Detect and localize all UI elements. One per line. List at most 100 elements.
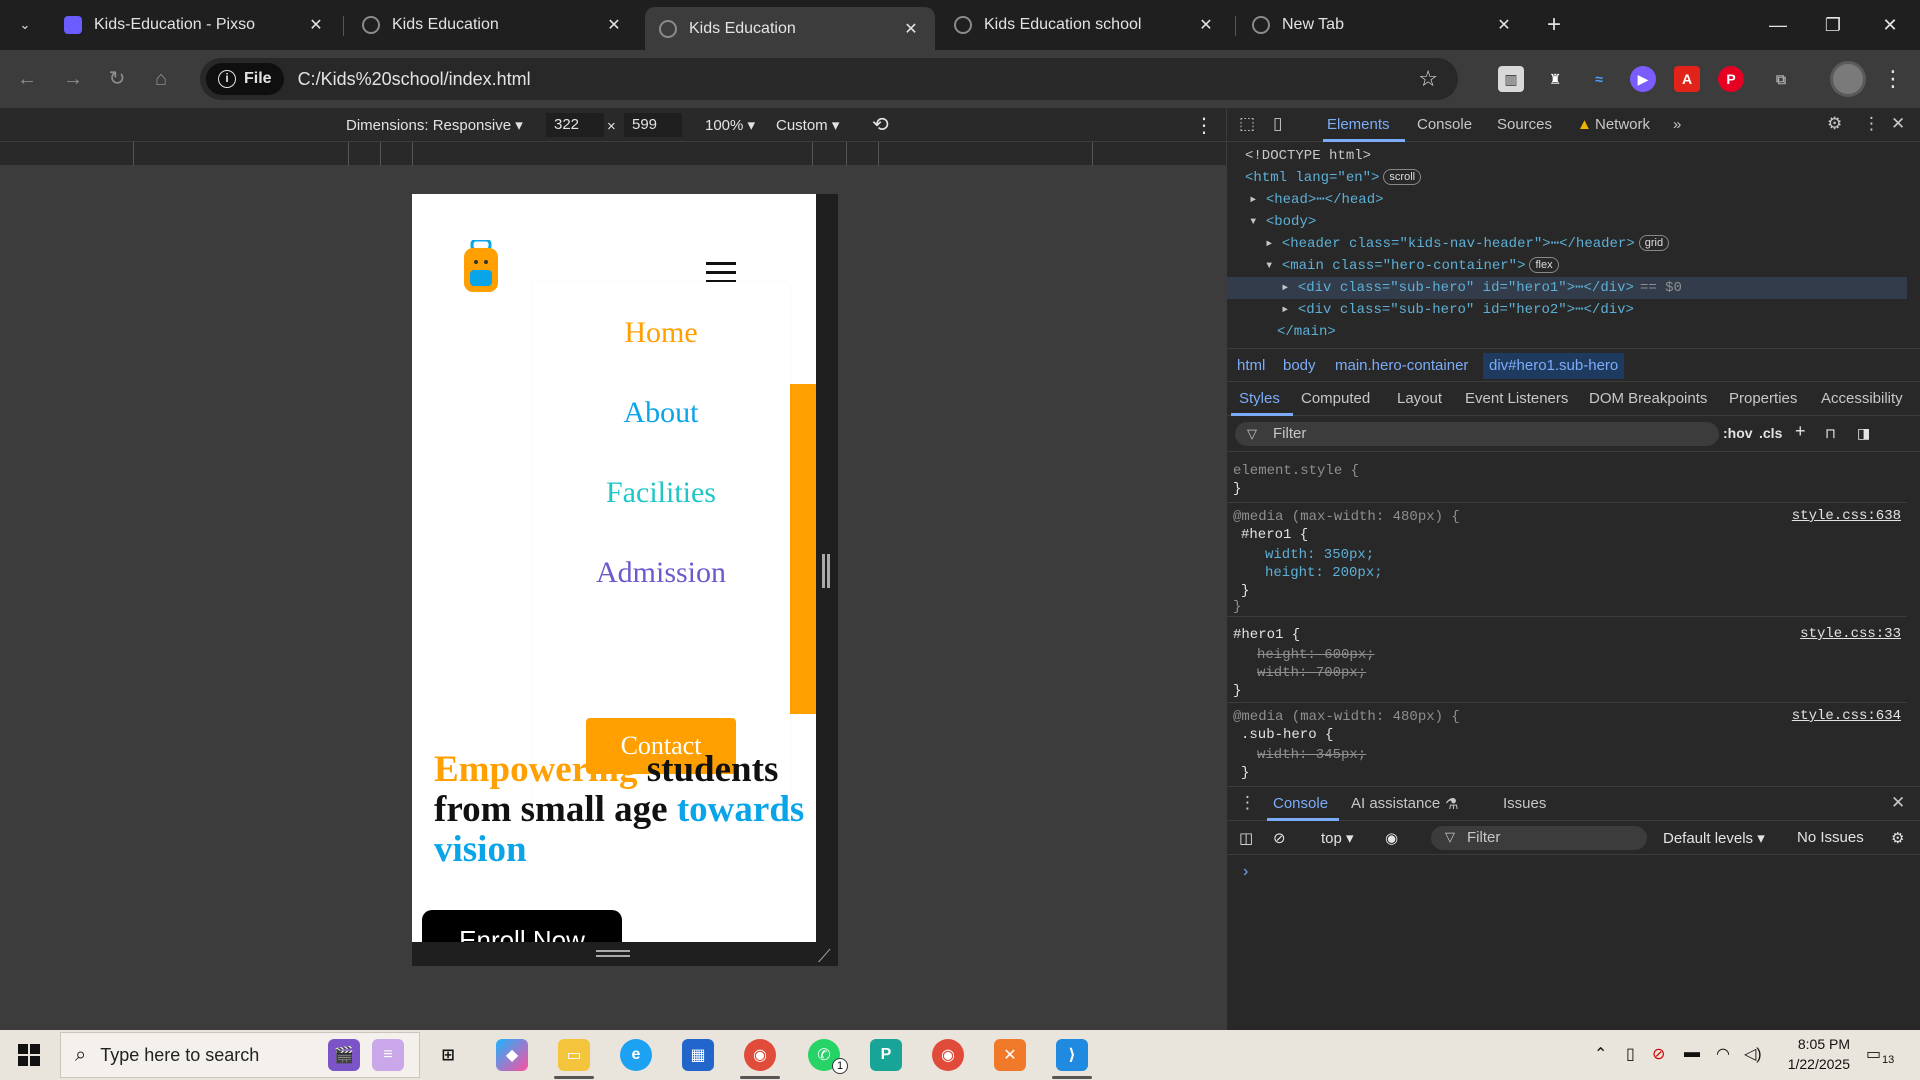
wifi-icon[interactable]: ◠ bbox=[1716, 1044, 1730, 1064]
windows-start-icon[interactable] bbox=[18, 1044, 40, 1066]
dom-main-node[interactable]: ▾ <main class="hero-container"> flex bbox=[1265, 255, 1559, 277]
drawer-close-icon[interactable]: ✕ bbox=[1891, 793, 1905, 813]
wave-extension-icon[interactable]: ≈ bbox=[1586, 66, 1612, 92]
resize-handle-bottom[interactable] bbox=[596, 950, 630, 960]
scroll-badge[interactable]: scroll bbox=[1383, 169, 1422, 186]
home-icon[interactable]: ⌂ bbox=[146, 64, 176, 94]
console-filter-input[interactable]: Filter bbox=[1431, 826, 1647, 850]
console-sidebar-icon[interactable]: ◫ bbox=[1239, 829, 1253, 847]
notes-app-icon[interactable]: ≡ bbox=[372, 1039, 404, 1071]
tab-new-tab[interactable]: New Tab ✕ bbox=[1238, 7, 1528, 43]
tab-kids-education-active[interactable]: Kids Education ✕ bbox=[645, 7, 935, 50]
devtools-close-icon[interactable]: ✕ bbox=[1891, 114, 1905, 134]
element-style-rule[interactable]: element.style { bbox=[1233, 462, 1359, 480]
notifications-icon[interactable]: ▭ bbox=[1866, 1044, 1881, 1064]
declaration-width-overridden[interactable]: width: 345px; bbox=[1257, 746, 1366, 764]
breadcrumb-html[interactable]: html bbox=[1237, 357, 1265, 374]
log-levels-dropdown[interactable]: Default levels ▾ bbox=[1663, 829, 1765, 847]
device-icon[interactable]: ▯ bbox=[1626, 1044, 1635, 1064]
expand-arrow-icon[interactable]: ▸ bbox=[1281, 302, 1298, 318]
edge-icon[interactable]: e bbox=[620, 1039, 652, 1071]
expand-arrow-icon[interactable]: ▸ bbox=[1281, 280, 1298, 296]
zoom-dropdown[interactable]: 100% ▾ bbox=[705, 116, 755, 134]
height-input[interactable]: 599 bbox=[624, 113, 682, 137]
dom-hero1-node-selected[interactable]: ▸ <div class="sub-hero" id="hero1">⋯</di… bbox=[1227, 277, 1907, 299]
declaration-width-overridden[interactable]: width: 700px; bbox=[1257, 664, 1366, 682]
close-icon[interactable]: ✕ bbox=[1196, 15, 1216, 35]
resize-handle-right[interactable] bbox=[822, 554, 832, 588]
tab-sources[interactable]: Sources bbox=[1497, 116, 1552, 133]
chrome-icon[interactable]: ◉ bbox=[744, 1039, 776, 1071]
nav-link-admission[interactable]: Admission bbox=[532, 556, 790, 590]
width-input[interactable]: 322 bbox=[546, 113, 604, 137]
task-view-icon[interactable]: ⊞ bbox=[432, 1039, 464, 1071]
subtab-dom-breakpoints[interactable]: DOM Breakpoints bbox=[1589, 390, 1707, 407]
rule-selector-sub-hero[interactable]: .sub-hero { bbox=[1241, 726, 1333, 744]
console-settings-icon[interactable]: ⚙ bbox=[1891, 829, 1904, 847]
nav-link-home[interactable]: Home bbox=[532, 316, 790, 350]
minimize-icon[interactable]: — bbox=[1758, 10, 1798, 40]
dom-main-close[interactable]: </main> bbox=[1277, 321, 1336, 343]
nav-link-about[interactable]: About bbox=[532, 396, 790, 430]
expand-arrow-icon[interactable]: ▸ bbox=[1265, 236, 1282, 252]
dom-header-node[interactable]: ▸ <header class="kids-nav-header">⋯</hea… bbox=[1265, 233, 1670, 255]
profile-avatar[interactable] bbox=[1830, 61, 1866, 97]
volume-icon[interactable]: ◁) bbox=[1744, 1044, 1762, 1064]
play-extension-icon[interactable]: ▶ bbox=[1630, 66, 1656, 92]
tab-network[interactable]: Network bbox=[1595, 116, 1650, 133]
tab-search-button[interactable]: ⌄ bbox=[10, 10, 40, 40]
subtab-layout[interactable]: Layout bbox=[1397, 390, 1442, 407]
dom-scrollbar[interactable] bbox=[1907, 143, 1920, 339]
subtab-styles[interactable]: Styles bbox=[1239, 390, 1280, 407]
styles-filter-input[interactable]: Filter bbox=[1235, 422, 1719, 446]
inspect-element-icon[interactable]: ⬚ bbox=[1239, 114, 1255, 134]
nav-link-facilities[interactable]: Facilities bbox=[532, 476, 790, 510]
paint-icon[interactable]: ⊓ bbox=[1825, 425, 1836, 442]
extension-icon[interactable]: ♜ bbox=[1542, 66, 1568, 92]
rule-selector-hero1-base[interactable]: #hero1 { bbox=[1233, 626, 1300, 644]
subtab-properties[interactable]: Properties bbox=[1729, 390, 1797, 407]
throttle-dropdown[interactable]: Custom ▾ bbox=[776, 116, 839, 134]
declaration-width[interactable]: width: 350px; bbox=[1265, 546, 1374, 564]
collapse-arrow-icon[interactable]: ▾ bbox=[1265, 258, 1282, 274]
site-info-chip[interactable]: i File bbox=[206, 63, 284, 95]
tab-kids-education-school[interactable]: Kids Education school ✕ bbox=[940, 7, 1230, 43]
forward-icon[interactable]: → bbox=[58, 64, 88, 94]
close-icon[interactable]: ✕ bbox=[901, 19, 921, 39]
file-explorer-icon[interactable]: ▭ bbox=[558, 1039, 590, 1071]
resize-corner-icon[interactable]: ⟋ bbox=[818, 946, 831, 967]
chrome-alt-icon[interactable]: ◉ bbox=[932, 1039, 964, 1071]
grid-badge[interactable]: grid bbox=[1638, 235, 1670, 252]
close-icon[interactable]: ✕ bbox=[306, 15, 326, 35]
url-text[interactable]: C:/Kids%20school/index.html bbox=[298, 69, 531, 90]
breadcrumb-main[interactable]: main.hero-container bbox=[1335, 357, 1468, 374]
pinterest-icon[interactable]: P bbox=[1718, 66, 1744, 92]
expand-arrow-icon[interactable]: ▸ bbox=[1249, 192, 1266, 208]
subtab-computed[interactable]: Computed bbox=[1301, 390, 1370, 407]
devtools-menu-icon[interactable]: ⋮ bbox=[1863, 114, 1880, 134]
dom-head-node[interactable]: ▸ <head>⋯</head> bbox=[1249, 189, 1384, 211]
device-toggle-icon[interactable]: ▯ bbox=[1273, 114, 1282, 134]
tab-console[interactable]: Console bbox=[1417, 116, 1472, 133]
xampp-icon[interactable]: ✕ bbox=[994, 1039, 1026, 1071]
puzzle-icon[interactable]: ⧉ bbox=[1768, 66, 1794, 92]
issues-counter[interactable]: No Issues bbox=[1797, 829, 1864, 846]
clapperboard-icon[interactable]: 🎬 bbox=[328, 1039, 360, 1071]
dom-body-node[interactable]: ▾ <body> bbox=[1249, 211, 1316, 233]
clear-console-icon[interactable]: ⊘ bbox=[1273, 829, 1286, 847]
rotate-icon[interactable]: ⟲ bbox=[872, 112, 889, 137]
context-selector[interactable]: top ▾ bbox=[1321, 829, 1354, 847]
window-close-icon[interactable]: ✕ bbox=[1870, 10, 1910, 40]
source-link-33[interactable]: style.css:33 bbox=[1800, 626, 1901, 642]
system-clock[interactable]: 8:05 PM 1/22/2025 bbox=[1770, 1034, 1850, 1074]
copilot-icon[interactable]: ◆ bbox=[496, 1039, 528, 1071]
cls-toggle[interactable]: .cls bbox=[1759, 425, 1782, 441]
dom-html-node[interactable]: <html lang="en"> scroll bbox=[1245, 167, 1422, 189]
breadcrumb-body[interactable]: body bbox=[1283, 357, 1316, 374]
device-more-icon[interactable]: ⋮ bbox=[1194, 113, 1214, 138]
subtab-accessibility[interactable]: Accessibility bbox=[1821, 390, 1903, 407]
close-icon[interactable]: ✕ bbox=[1494, 15, 1514, 35]
styles-scrollbar[interactable] bbox=[1907, 452, 1920, 786]
live-expression-eye-icon[interactable]: ◉ bbox=[1385, 829, 1398, 847]
more-menu-icon[interactable]: ⋮ bbox=[1882, 66, 1904, 92]
